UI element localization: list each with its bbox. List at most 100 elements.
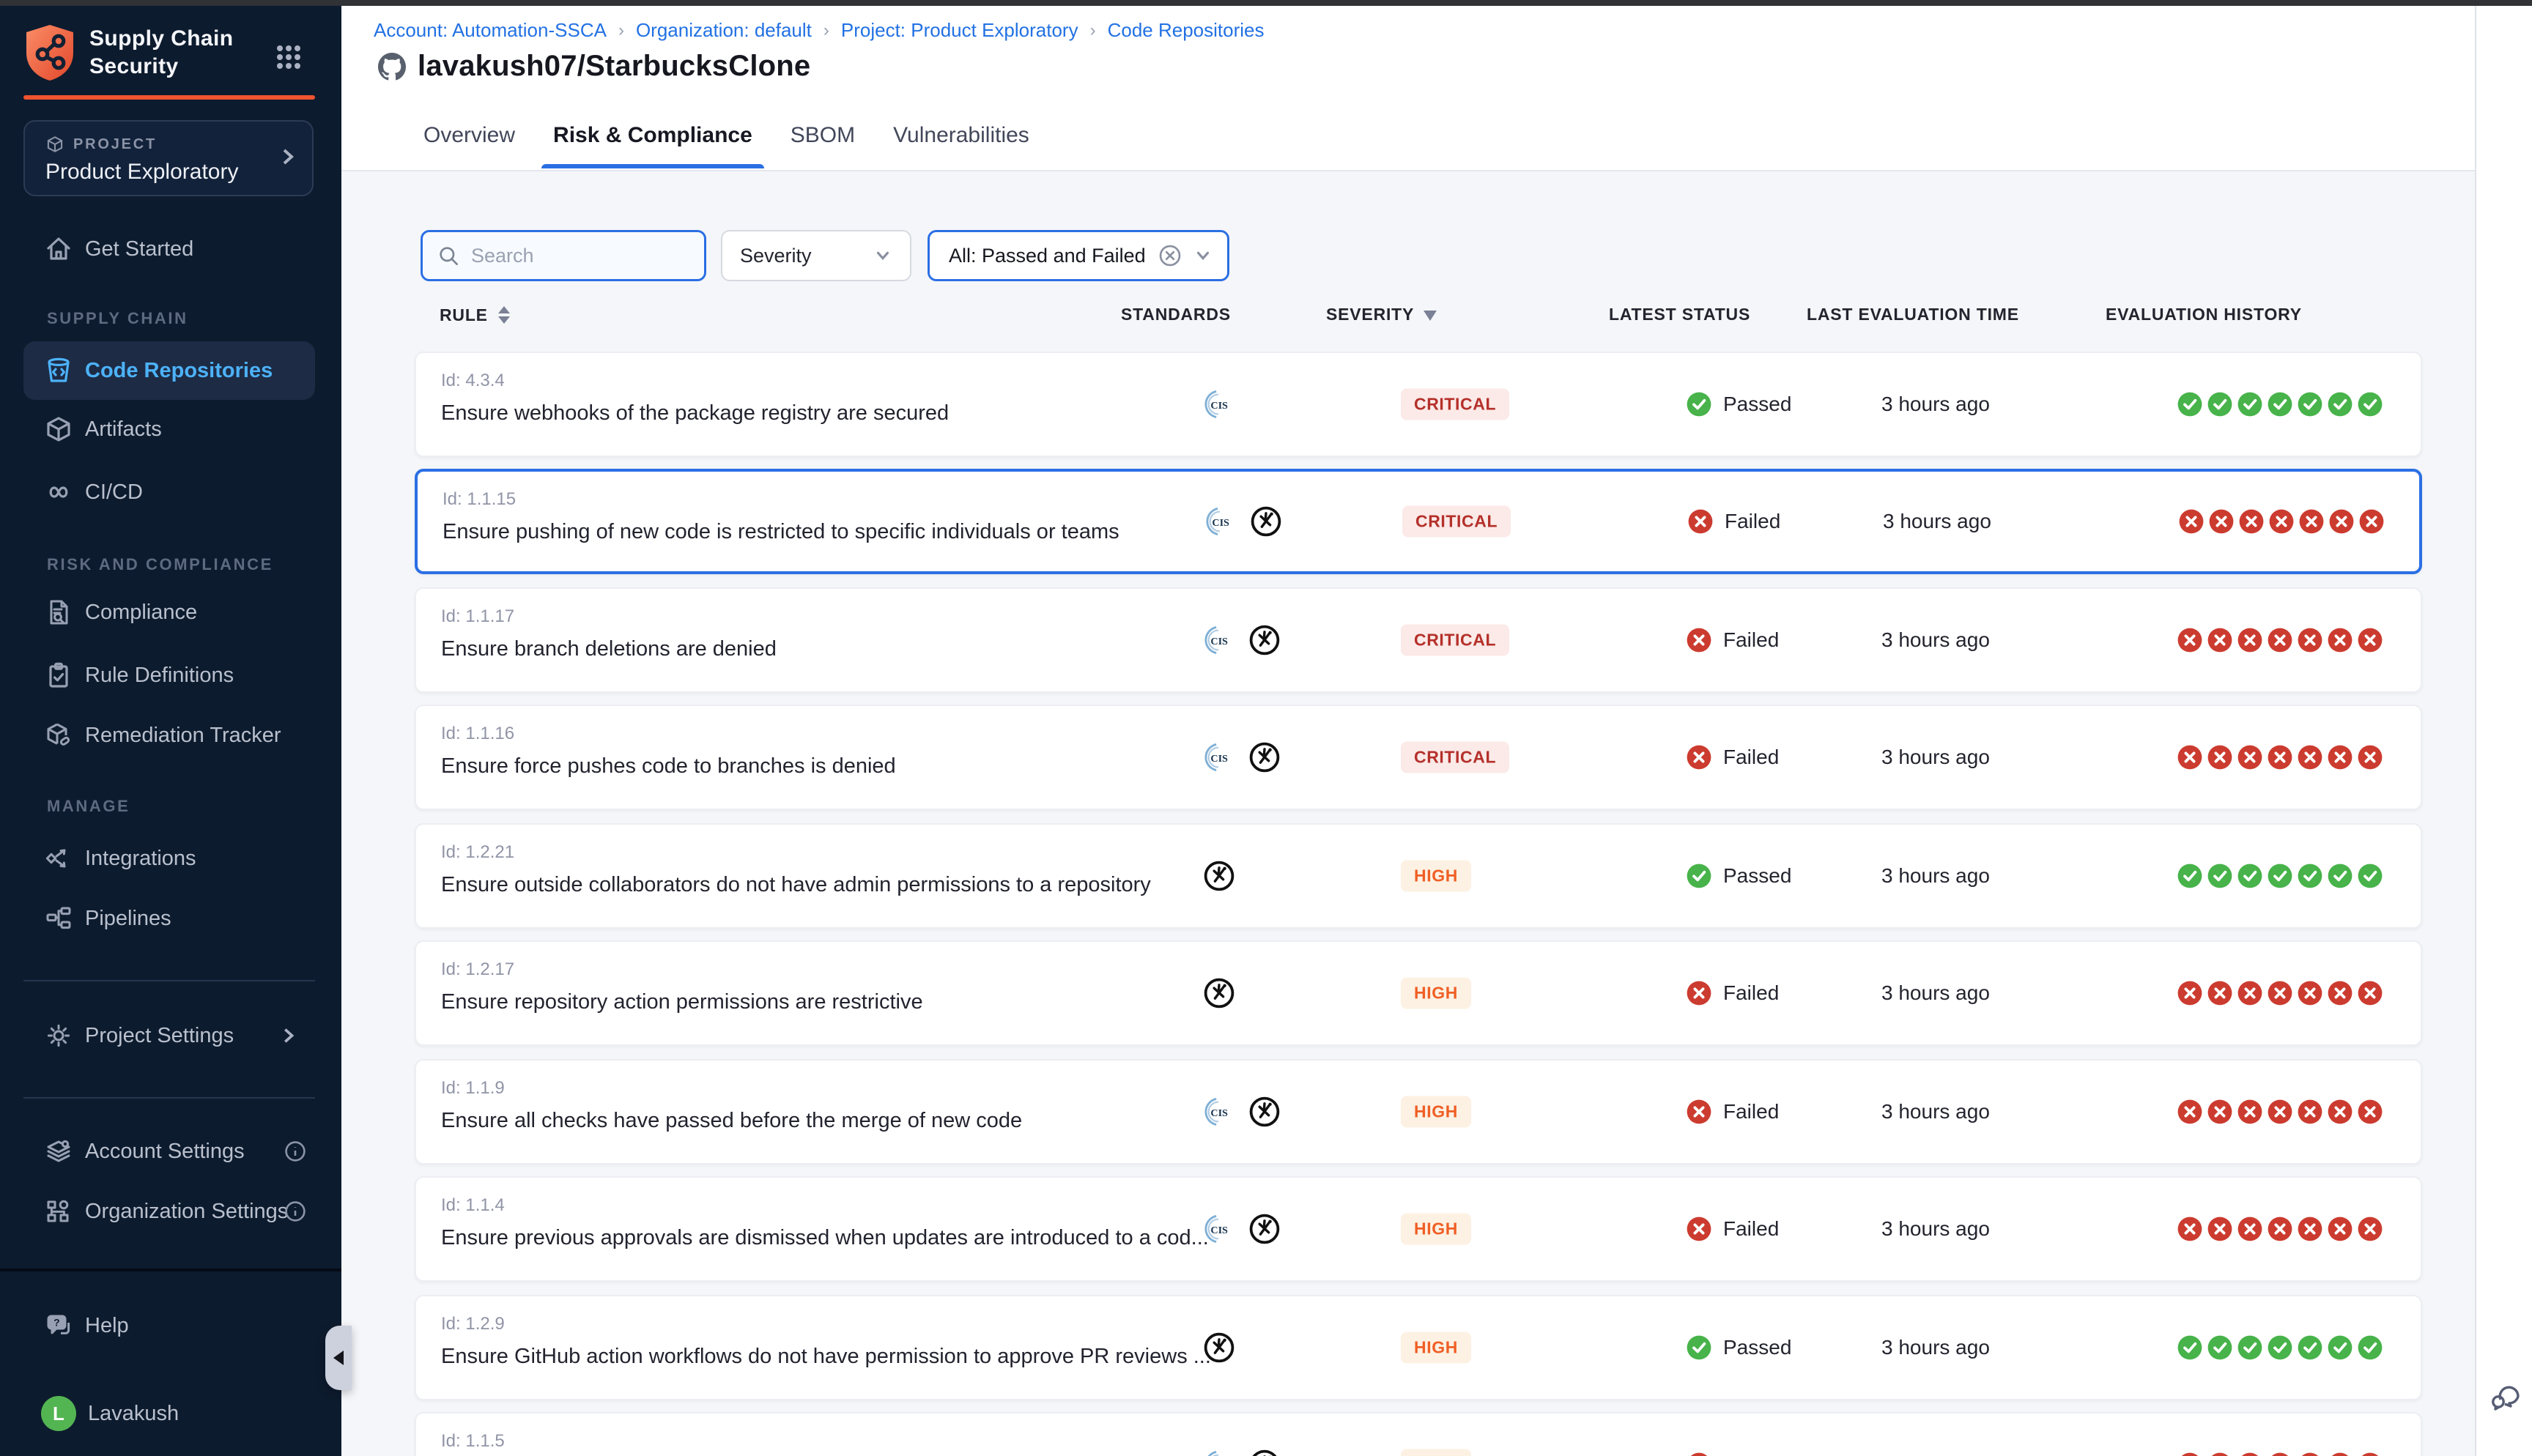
severity-badge: HIGH — [1401, 1214, 1471, 1245]
history-pass-icon — [2298, 863, 2322, 888]
standard-owasp-icon — [1250, 505, 1282, 538]
box-wrench-icon — [44, 721, 73, 750]
sidebar-item-help[interactable]: ? Help — [23, 1296, 315, 1355]
history-fail-icon — [2328, 1217, 2353, 1241]
integrations-icon — [44, 844, 73, 873]
status-cell: Failed — [1687, 1452, 1779, 1456]
info-icon[interactable] — [284, 1200, 306, 1222]
app-title: Supply Chain Security — [89, 25, 251, 81]
info-icon[interactable] — [284, 1140, 306, 1162]
evaluation-time: 3 hours ago — [1881, 864, 1990, 888]
section-supply-chain: SUPPLY CHAIN — [47, 309, 188, 328]
collapse-arrow-icon — [333, 1351, 344, 1365]
sidebar-item-rule-definitions[interactable]: Rule Definitions — [23, 646, 315, 705]
history-pass-icon — [2328, 863, 2353, 888]
divider — [0, 1269, 341, 1271]
layers-gear-icon — [44, 1137, 73, 1166]
table-row[interactable]: Id: 1.1.9Ensure all checks have passed b… — [415, 1059, 2422, 1165]
table-row[interactable]: Id: 1.2.21Ensure outside collaborators d… — [415, 823, 2422, 929]
standard-owasp-icon — [1248, 1449, 1281, 1456]
history-fail-icon — [2329, 509, 2354, 534]
sidebar-item-account-settings[interactable]: Account Settings — [23, 1122, 315, 1181]
table-row[interactable]: Id: 1.1.16Ensure force pushes code to br… — [415, 705, 2422, 810]
history-pass-icon — [2237, 392, 2262, 417]
sidebar-item-artifacts[interactable]: Artifacts — [23, 400, 315, 458]
history-fail-icon — [2177, 1217, 2202, 1241]
table-row[interactable]: Id: 1.1.17Ensure branch deletions are de… — [415, 587, 2422, 693]
status-passed-icon — [1687, 863, 1711, 888]
sidebar-item-remediation-tracker[interactable]: Remediation Tracker — [23, 706, 315, 765]
history-fail-icon — [2268, 1099, 2292, 1124]
history-fail-icon — [2207, 745, 2232, 770]
table-row[interactable]: Id: 1.1.15Ensure pushing of new code is … — [415, 469, 2422, 574]
evaluation-time: 3 hours ago — [1881, 981, 1990, 1005]
user-name: Lavakush — [88, 1402, 179, 1426]
app-logo[interactable]: Supply Chain Security — [23, 23, 316, 82]
history-fail-icon — [2177, 1452, 2202, 1456]
app-grid-icon[interactable] — [275, 44, 302, 70]
history-pass-icon — [2268, 863, 2292, 888]
status-failed-icon — [1687, 981, 1711, 1006]
rule-name: Ensure previous approvals are dismissed … — [441, 1226, 1209, 1250]
document-search-icon — [44, 598, 73, 627]
evaluation-time: 3 hours ago — [1881, 393, 1990, 416]
history-fail-icon — [2207, 628, 2232, 653]
sidebar-item-compliance[interactable]: Compliance — [23, 583, 315, 642]
history-fail-icon — [2237, 1452, 2262, 1456]
history-fail-icon — [2358, 981, 2383, 1006]
rule-name: Ensure branch deletions are denied — [441, 637, 777, 661]
history-pass-icon — [2298, 1335, 2322, 1360]
severity-badge: HIGH — [1401, 861, 1471, 892]
status-cell: Failed — [1687, 981, 1779, 1006]
history-fail-icon — [2239, 509, 2264, 534]
severity-badge: CRITICAL — [1401, 625, 1509, 656]
standard-cis-icon: CIS — [1203, 625, 1234, 655]
rule-name: Ensure GitHub action workflows do not ha… — [441, 1345, 1211, 1369]
history-fail-icon — [2207, 1099, 2232, 1124]
history-fail-icon — [2207, 1452, 2232, 1456]
table-row[interactable]: Id: 1.1.4Ensure previous approvals are d… — [415, 1176, 2422, 1282]
history-fail-icon — [2269, 509, 2294, 534]
section-manage: MANAGE — [47, 797, 130, 816]
history-fail-icon — [2298, 628, 2322, 653]
chat-feedback-icon[interactable] — [2488, 1378, 2523, 1414]
user-menu[interactable]: L Lavakush — [23, 1384, 315, 1443]
severity-badge: CRITICAL — [1401, 389, 1509, 420]
history-fail-icon — [2359, 509, 2384, 534]
sidebar-item-cicd[interactable]: CI/CD — [23, 463, 315, 521]
project-selector[interactable]: PROJECT Product Exploratory — [23, 120, 314, 196]
table-row[interactable]: Id: 1.2.17Ensure repository action permi… — [415, 940, 2422, 1046]
evaluation-history — [2177, 1452, 2383, 1456]
home-icon — [44, 234, 73, 264]
sidebar-item-integrations[interactable]: Integrations — [23, 829, 315, 888]
severity-badge: HIGH — [1401, 1332, 1471, 1364]
table-row[interactable]: Id: 4.3.4Ensure webhooks of the package … — [415, 352, 2422, 457]
history-fail-icon — [2177, 981, 2202, 1006]
history-fail-icon — [2177, 745, 2202, 770]
standards-cell: CIS — [1204, 505, 1282, 538]
history-fail-icon — [2268, 745, 2292, 770]
sidebar-item-project-settings[interactable]: Project Settings — [23, 1006, 315, 1065]
org-gear-icon — [44, 1197, 73, 1226]
history-pass-icon — [2207, 863, 2232, 888]
history-fail-icon — [2237, 1217, 2262, 1241]
sidebar-item-get-started[interactable]: Get Started — [23, 220, 315, 278]
rule-name: Ensure force pushes code to branches is … — [441, 754, 896, 779]
sidebar-item-organization-settings[interactable]: Organization Settings — [23, 1182, 315, 1241]
sidebar-item-pipelines[interactable]: Pipelines — [23, 889, 315, 948]
rule-id: Id: 1.1.5 — [441, 1431, 505, 1452]
history-fail-icon — [2358, 745, 2383, 770]
standard-owasp-icon — [1248, 1096, 1281, 1128]
chevron-right-icon — [278, 1026, 297, 1045]
sidebar-item-code-repositories[interactable]: Code Repositories — [23, 341, 315, 400]
table-row[interactable]: Id: 1.1.5CISHIGHFailed3 hours ago — [415, 1412, 2422, 1456]
history-fail-icon — [2268, 1217, 2292, 1241]
status-failed-icon — [1687, 745, 1711, 770]
cube-icon — [44, 415, 73, 444]
history-fail-icon — [2298, 1217, 2322, 1241]
sidebar-collapse-handle[interactable] — [325, 1326, 352, 1390]
brand-accent-bar — [23, 95, 315, 100]
standards-cell: CIS — [1203, 624, 1281, 656]
table-row[interactable]: Id: 1.2.9Ensure GitHub action workflows … — [415, 1295, 2422, 1400]
severity-badge: CRITICAL — [1402, 506, 1511, 538]
